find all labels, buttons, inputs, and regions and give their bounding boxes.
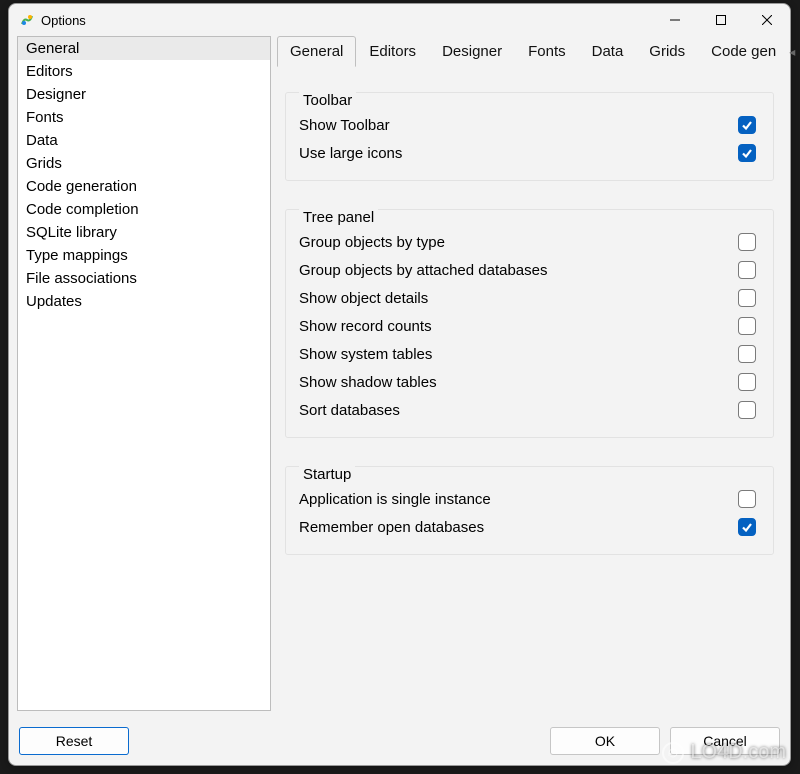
sidebar-item[interactable]: Data	[18, 129, 270, 152]
window-title: Options	[41, 13, 86, 28]
sidebar-item[interactable]: File associations	[18, 267, 270, 290]
checkbox[interactable]	[738, 401, 756, 419]
option-row: Show object details	[299, 284, 760, 312]
group-legend: Toolbar	[299, 92, 356, 109]
ok-button[interactable]: OK	[550, 727, 660, 755]
main-panel: GeneralEditorsDesignerFontsDataGridsCode…	[277, 36, 782, 711]
checkbox[interactable]	[738, 373, 756, 391]
group-startup: Startup Application is single instance Re…	[285, 458, 774, 555]
option-label: Show record counts	[299, 318, 738, 335]
checkbox[interactable]	[738, 289, 756, 307]
option-row: Show Toolbar	[299, 111, 760, 139]
checkbox[interactable]	[738, 261, 756, 279]
option-label: Show object details	[299, 290, 738, 307]
option-label: Group objects by type	[299, 234, 738, 251]
title-bar: Options	[9, 4, 790, 36]
group-legend: Startup	[299, 466, 355, 483]
category-sidebar: GeneralEditorsDesignerFontsDataGridsCode…	[17, 36, 271, 711]
tab-bar: GeneralEditorsDesignerFontsDataGridsCode…	[277, 36, 782, 68]
checkbox[interactable]	[738, 116, 756, 134]
group-tree-panel: Tree panel Group objects by type Group ob…	[285, 201, 774, 438]
option-row: Show system tables	[299, 340, 760, 368]
close-button[interactable]	[744, 5, 790, 35]
checkbox[interactable]	[738, 233, 756, 251]
group-legend: Tree panel	[299, 209, 378, 226]
option-row: Application is single instance	[299, 485, 760, 513]
option-label: Sort databases	[299, 402, 738, 419]
sidebar-item[interactable]: Type mappings	[18, 244, 270, 267]
dialog-footer: Reset OK Cancel	[9, 719, 790, 765]
option-row: Remember open databases	[299, 513, 760, 541]
option-row: Group objects by type	[299, 228, 760, 256]
tab-panel-general: Toolbar Show Toolbar Use large icons Tree…	[277, 67, 782, 711]
option-label: Application is single instance	[299, 491, 738, 508]
tab[interactable]: Editors	[356, 36, 429, 67]
option-label: Use large icons	[299, 145, 738, 162]
option-label: Show Toolbar	[299, 117, 738, 134]
tab[interactable]: Designer	[429, 36, 515, 67]
option-row: Show shadow tables	[299, 368, 760, 396]
maximize-button[interactable]	[698, 5, 744, 35]
tab[interactable]: Code gen	[698, 36, 789, 67]
tab[interactable]: General	[277, 36, 356, 67]
option-label: Show system tables	[299, 346, 738, 363]
sidebar-item[interactable]: Fonts	[18, 106, 270, 129]
tab-overflow-icon[interactable]: ◂	[789, 45, 795, 59]
option-label: Show shadow tables	[299, 374, 738, 391]
tab[interactable]: Fonts	[515, 36, 579, 67]
cancel-button[interactable]: Cancel	[670, 727, 780, 755]
options-window: Options GeneralEditorsDesignerFontsDataG…	[8, 3, 791, 766]
option-row: Use large icons	[299, 139, 760, 167]
option-label: Group objects by attached databases	[299, 262, 738, 279]
sidebar-item[interactable]: Grids	[18, 152, 270, 175]
checkbox[interactable]	[738, 144, 756, 162]
app-icon	[19, 12, 35, 28]
tab[interactable]: Grids	[636, 36, 698, 67]
sidebar-item[interactable]: Code generation	[18, 175, 270, 198]
sidebar-item[interactable]: SQLite library	[18, 221, 270, 244]
sidebar-item[interactable]: Editors	[18, 60, 270, 83]
sidebar-item[interactable]: Updates	[18, 290, 270, 313]
reset-button[interactable]: Reset	[19, 727, 129, 755]
option-row: Sort databases	[299, 396, 760, 424]
option-row: Show record counts	[299, 312, 760, 340]
sidebar-item[interactable]: General	[18, 37, 270, 60]
content-area: GeneralEditorsDesignerFontsDataGridsCode…	[9, 36, 790, 719]
checkbox[interactable]	[738, 518, 756, 536]
group-toolbar: Toolbar Show Toolbar Use large icons	[285, 84, 774, 181]
option-row: Group objects by attached databases	[299, 256, 760, 284]
minimize-button[interactable]	[652, 5, 698, 35]
sidebar-item[interactable]: Code completion	[18, 198, 270, 221]
checkbox[interactable]	[738, 317, 756, 335]
tab[interactable]: Data	[579, 36, 637, 67]
checkbox[interactable]	[738, 345, 756, 363]
sidebar-item[interactable]: Designer	[18, 83, 270, 106]
option-label: Remember open databases	[299, 519, 738, 536]
checkbox[interactable]	[738, 490, 756, 508]
